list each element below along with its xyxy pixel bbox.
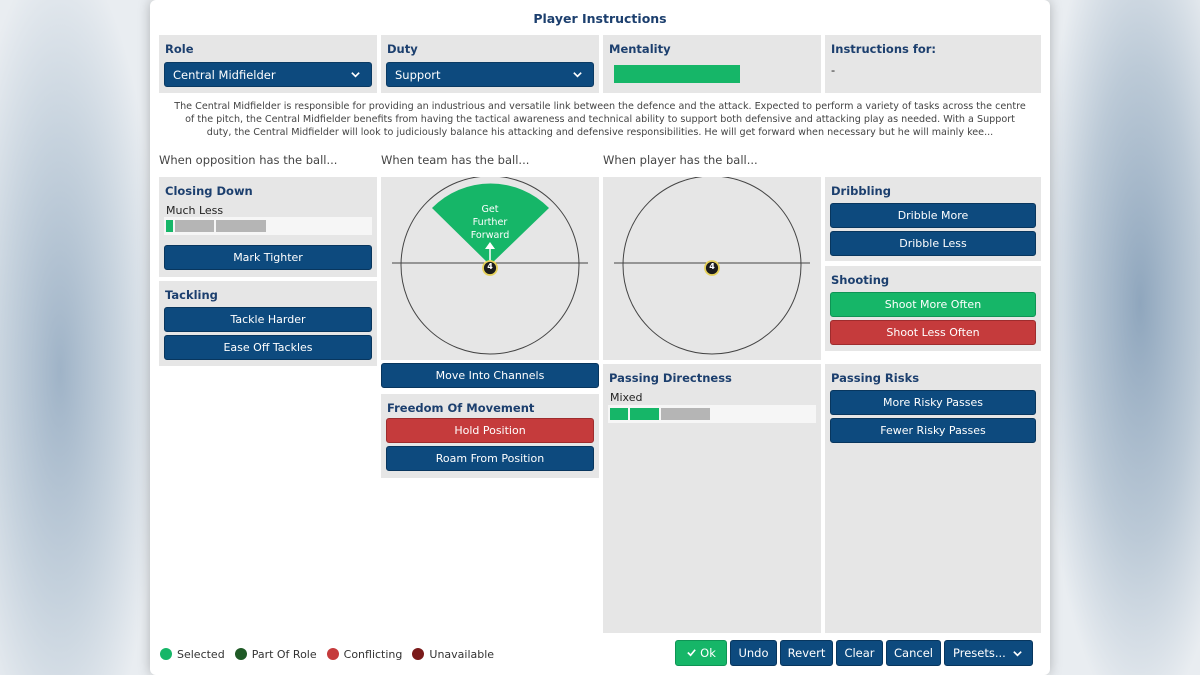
revert-button[interactable]: Revert [780, 640, 833, 666]
closing-down-value: Much Less [166, 204, 224, 217]
slider-segment [216, 220, 266, 232]
passing-directness-slider[interactable] [608, 405, 816, 423]
dribbling-panel: Dribbling Dribble More Dribble Less [825, 177, 1041, 261]
passing-directness-panel: Passing Directness Mixed [603, 364, 821, 633]
role-dropdown[interactable]: Central Midfielder [164, 62, 372, 87]
slider-segment [175, 220, 214, 232]
ok-button[interactable]: Ok [675, 640, 727, 666]
dribbling-title: Dribbling [831, 184, 891, 198]
player-number: 4 [487, 262, 493, 271]
shoot-less-often-button[interactable]: Shoot Less Often [830, 320, 1036, 345]
freedom-panel: Freedom Of Movement Hold Position Roam F… [381, 394, 599, 478]
duty-label: Duty [387, 42, 418, 56]
slider-segment [661, 408, 710, 420]
legend-dot-icon [412, 648, 425, 660]
freedom-title: Freedom Of Movement [387, 401, 535, 415]
roam-from-position-button[interactable]: Roam From Position [386, 446, 594, 471]
zone-label-line3: Forward [470, 230, 510, 241]
closing-down-panel: Closing Down Much Less Mark Tighter [159, 177, 377, 277]
passing-directness-title: Passing Directness [609, 371, 732, 385]
legend-dot-icon [160, 648, 172, 660]
passing-risks-panel: Passing Risks More Risky Passes Fewer Ri… [825, 364, 1041, 633]
dribble-less-button[interactable]: Dribble Less [830, 231, 1036, 256]
section-player: When player has the ball... [603, 153, 758, 167]
ok-label: Ok [700, 646, 716, 660]
checkmark-icon [687, 649, 696, 657]
background-right [1050, 0, 1200, 675]
closing-down-slider[interactable] [164, 217, 372, 235]
legend-label: Conflicting [343, 647, 403, 661]
legend-dot-icon [234, 648, 247, 660]
shoot-more-often-button[interactable]: Shoot More Often [830, 292, 1036, 317]
tackle-harder-button[interactable]: Tackle Harder [164, 307, 372, 332]
background-left [0, 0, 150, 675]
legend: Selected Part Of Role Conflicting Unavai… [160, 646, 504, 662]
clear-button[interactable]: Clear [836, 640, 883, 666]
instructions-for-label: Instructions for: [831, 42, 937, 56]
hold-position-button[interactable]: Hold Position [386, 418, 594, 443]
shooting-panel: Shooting Shoot More Often Shoot Less Oft… [825, 266, 1041, 351]
slider-segment-selected [166, 220, 173, 232]
instructions-for-value: - [831, 63, 836, 77]
duty-value: Support [395, 67, 441, 82]
legend-item-part-of-role: Part Of Role [234, 647, 317, 661]
duty-dropdown[interactable]: Support [386, 62, 594, 87]
closing-down-title: Closing Down [165, 184, 253, 198]
passing-directness-value: Mixed [610, 391, 643, 404]
role-panel: Role Central Midfielder [159, 35, 377, 93]
passing-risks-title: Passing Risks [831, 371, 920, 385]
presets-label: Presets... [953, 646, 1006, 660]
player-instructions-dialog: Player Instructions Role Central Midfiel… [150, 0, 1050, 675]
move-into-channels-button[interactable]: Move Into Channels [381, 363, 599, 388]
mentality-bar [614, 65, 740, 83]
instructions-for-panel: Instructions for: - [825, 35, 1041, 93]
legend-item-unavailable: Unavailable [412, 648, 494, 661]
more-risky-passes-button[interactable]: More Risky Passes [830, 390, 1036, 415]
section-team: When team has the ball... [381, 153, 530, 167]
duty-panel: Duty Support [381, 35, 599, 93]
presets-button[interactable]: Presets... [944, 640, 1033, 666]
mark-tighter-button[interactable]: Mark Tighter [164, 245, 372, 270]
slider-segment-selected [630, 408, 659, 420]
legend-label: Part Of Role [251, 647, 317, 661]
legend-item-selected: Selected [160, 648, 225, 661]
mentality-label: Mentality [609, 42, 671, 56]
dialog-title: Player Instructions [533, 11, 667, 26]
undo-button[interactable]: Undo [730, 640, 777, 666]
legend-item-conflicting: Conflicting [326, 647, 403, 661]
zone-label-line2: Further [472, 217, 508, 228]
player-pitch-panel: 4 [603, 177, 821, 360]
zone-label-line1: Get [481, 204, 499, 215]
tackling-title: Tackling [165, 288, 218, 302]
chevron-down-icon [1013, 651, 1022, 657]
role-value: Central Midfielder [173, 67, 276, 82]
slider-segment-selected [610, 408, 628, 420]
ease-off-tackles-button[interactable]: Ease Off Tackles [164, 335, 372, 360]
player-number: 4 [709, 262, 715, 271]
dribble-more-button[interactable]: Dribble More [830, 203, 1036, 228]
chevron-down-icon [573, 72, 582, 78]
tackling-panel: Tackling Tackle Harder Ease Off Tackles [159, 281, 377, 366]
role-description: The Central Midfielder is responsible fo… [174, 101, 1026, 138]
role-label: Role [165, 42, 194, 56]
legend-label: Selected [177, 647, 225, 661]
mentality-panel: Mentality [603, 35, 821, 93]
fewer-risky-passes-button[interactable]: Fewer Risky Passes [830, 418, 1036, 443]
cancel-button[interactable]: Cancel [886, 640, 941, 666]
legend-dot-icon [326, 648, 339, 660]
team-pitch-panel: Get Further Forward 4 [381, 177, 599, 360]
section-opposition: When opposition has the ball... [159, 153, 338, 167]
chevron-down-icon [351, 72, 360, 78]
shooting-title: Shooting [831, 273, 890, 287]
legend-label: Unavailable [429, 647, 495, 661]
